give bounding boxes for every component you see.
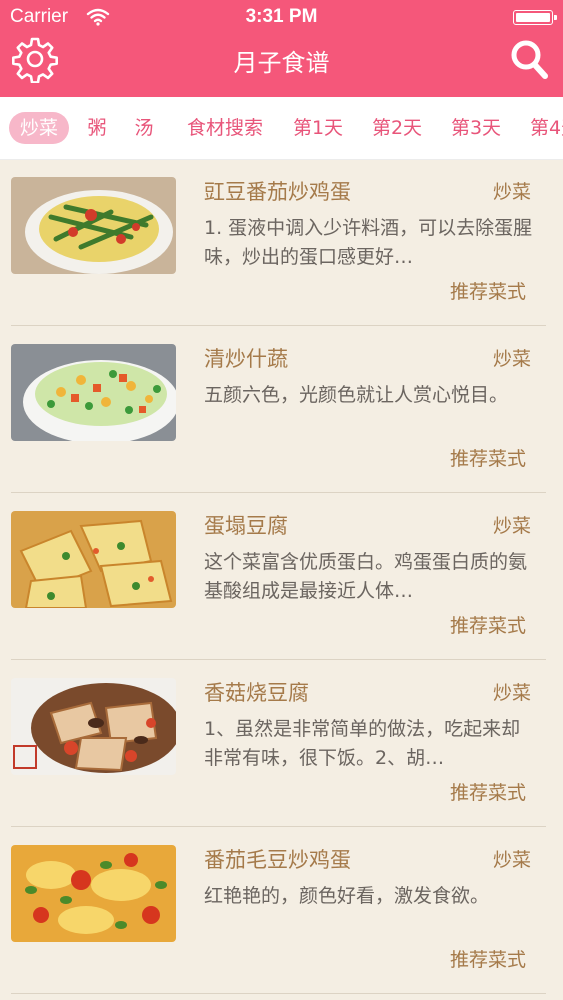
recipe-description: 1. 蛋液中调入少许料酒，可以去除蛋腥味，炒出的蛋口感更好… — [204, 217, 533, 268]
list-item[interactable]: 蛋塌豆腐 炒菜 这个菜富含优质蛋白。鸡蛋蛋白质的氨基酸组成是最接近人体… 推荐菜… — [0, 493, 563, 660]
tab-day-1[interactable]: 第1天 — [286, 112, 350, 144]
divider — [11, 993, 546, 994]
recipe-description: 红艳艳的，颜色好看，激发食欲。 — [204, 885, 490, 907]
tab-soup[interactable]: 汤 — [127, 112, 161, 144]
recipe-image — [11, 177, 176, 274]
battery-icon — [513, 10, 557, 25]
search-icon[interactable] — [509, 38, 549, 80]
recommended-tag: 推荐菜式 — [449, 615, 526, 637]
list-item[interactable]: 番茄毛豆炒鸡蛋 炒菜 红艳艳的，颜色好看，激发食欲。 推荐菜式 — [0, 827, 563, 994]
recipe-description: 五颜六色，光颜色就让人赏心悦目。 — [204, 384, 509, 406]
recipe-image — [11, 344, 176, 441]
status-bar: Carrier 3:31 PM — [0, 0, 563, 34]
list-item[interactable]: 香菇烧豆腐 炒菜 1、虽然是非常简单的做法，吃起来却非常有味，很下饭。2、胡… … — [0, 660, 563, 827]
recipe-name: 清炒什蔬 — [204, 347, 288, 371]
tab-stir-fry[interactable]: 炒菜 — [9, 112, 69, 144]
recipe-category: 炒菜 — [492, 348, 531, 370]
recipe-category: 炒菜 — [492, 682, 531, 704]
clock: 3:31 PM — [245, 6, 318, 27]
recipe-category: 炒菜 — [492, 515, 531, 537]
recipe-name: 番茄毛豆炒鸡蛋 — [204, 848, 351, 872]
recipe-name: 蛋塌豆腐 — [204, 514, 288, 538]
recipe-image — [11, 511, 176, 608]
recipe-image — [11, 845, 176, 942]
tab-day-4[interactable]: 第4天 — [523, 112, 563, 144]
recommended-tag: 推荐菜式 — [449, 949, 526, 971]
list-item[interactable]: 清炒什蔬 炒菜 五颜六色，光颜色就让人赏心悦目。 推荐菜式 — [0, 326, 563, 493]
tab-day-3[interactable]: 第3天 — [444, 112, 508, 144]
recipe-category: 炒菜 — [492, 849, 531, 871]
recipe-category: 炒菜 — [492, 181, 531, 203]
list-item[interactable]: 豇豆番茄炒鸡蛋 炒菜 1. 蛋液中调入少许料酒，可以去除蛋腥味，炒出的蛋口感更好… — [0, 159, 563, 326]
page-title: 月子食谱 — [233, 49, 330, 77]
recommended-tag: 推荐菜式 — [449, 782, 526, 804]
tab-day-2[interactable]: 第2天 — [365, 112, 429, 144]
tab-porridge[interactable]: 粥 — [80, 112, 114, 144]
recommended-tag: 推荐菜式 — [449, 281, 526, 303]
tab-ingredient-search[interactable]: 食材搜索 — [177, 112, 273, 144]
recipe-description: 1、虽然是非常简单的做法，吃起来却非常有味，很下饭。2、胡… — [204, 718, 521, 769]
category-tabs: 炒菜 粥 汤 食材搜索 第1天 第2天 第3天 第4天 — [0, 97, 563, 160]
recipe-description: 这个菜富含优质蛋白。鸡蛋蛋白质的氨基酸组成是最接近人体… — [204, 551, 528, 602]
nav-bar: Carrier 3:31 PM 月子食谱 — [0, 0, 563, 97]
recipe-name: 豇豆番茄炒鸡蛋 — [204, 180, 351, 204]
recipe-name: 香菇烧豆腐 — [204, 681, 309, 705]
recipe-image — [11, 678, 176, 775]
recommended-tag: 推荐菜式 — [449, 448, 526, 470]
